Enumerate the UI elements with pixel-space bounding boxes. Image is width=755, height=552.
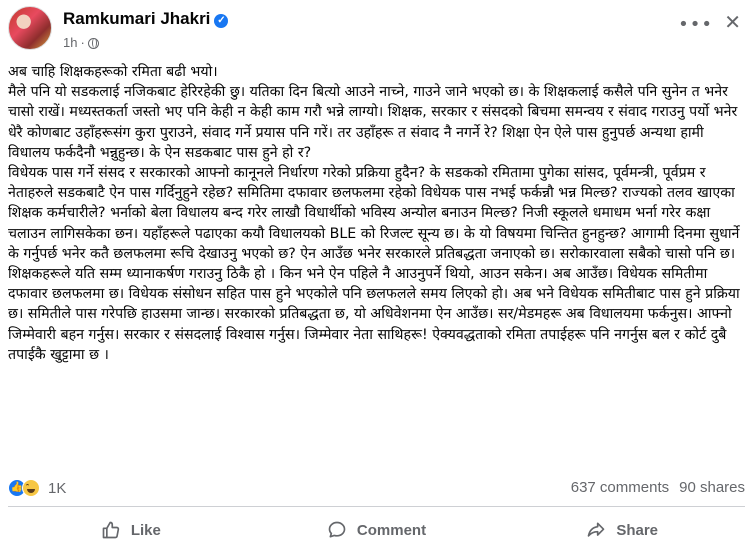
share-button[interactable]: Share	[499, 512, 745, 548]
engagement-counts: 637 comments 90 shares	[561, 479, 745, 496]
post-paragraph: अब चाहि शिक्षकहरूको रमिता बढी भयो।	[8, 64, 218, 80]
verified-icon: ✓	[214, 14, 229, 28]
reactions-count[interactable]: 1K	[48, 480, 66, 497]
haha-icon	[22, 479, 40, 497]
post-body: अब चाहि शिक्षकहरूको रमिता बढी भयो। मैले …	[8, 62, 748, 365]
post-meta: 1h ·	[63, 35, 99, 50]
author-name[interactable]: Ramkumari Jhakri	[63, 9, 210, 28]
facebook-post: Ramkumari Jhakri ✓ 1h · ••• ✕ अब चाहि शिक्…	[0, 0, 755, 552]
post-paragraph: मैले पनि यो सडकलाई नजिकबाट हेरिरहेकी छु।…	[8, 84, 742, 161]
more-icon[interactable]: •••	[678, 14, 713, 35]
comment-icon	[328, 521, 346, 538]
share-label: Share	[616, 521, 659, 539]
author-name-row: Ramkumari Jhakri ✓	[63, 9, 229, 29]
comment-button[interactable]: Comment	[254, 512, 500, 548]
post-time[interactable]: 1h	[63, 35, 77, 50]
comments-count[interactable]: 637 comments	[571, 479, 669, 496]
like-label: Like	[130, 521, 161, 539]
post-header: Ramkumari Jhakri ✓ 1h · ••• ✕	[8, 6, 745, 54]
avatar[interactable]	[8, 6, 52, 50]
divider	[8, 506, 745, 507]
post-paragraph: विधेयक पास गर्ने संसद र सरकारको आफ्नो का…	[8, 165, 745, 363]
shares-count[interactable]: 90 shares	[679, 479, 745, 496]
globe-icon	[87, 38, 99, 49]
thumb-up-icon	[102, 521, 120, 539]
post-stats: 👍 1K 637 comments 90 shares	[8, 476, 745, 500]
share-icon	[587, 522, 605, 537]
like-button[interactable]: Like	[8, 512, 254, 548]
close-icon[interactable]: ✕	[724, 10, 741, 34]
meta-separator: ·	[80, 35, 85, 50]
comment-label: Comment	[356, 521, 427, 539]
action-bar: Like Comment Share	[8, 512, 745, 548]
